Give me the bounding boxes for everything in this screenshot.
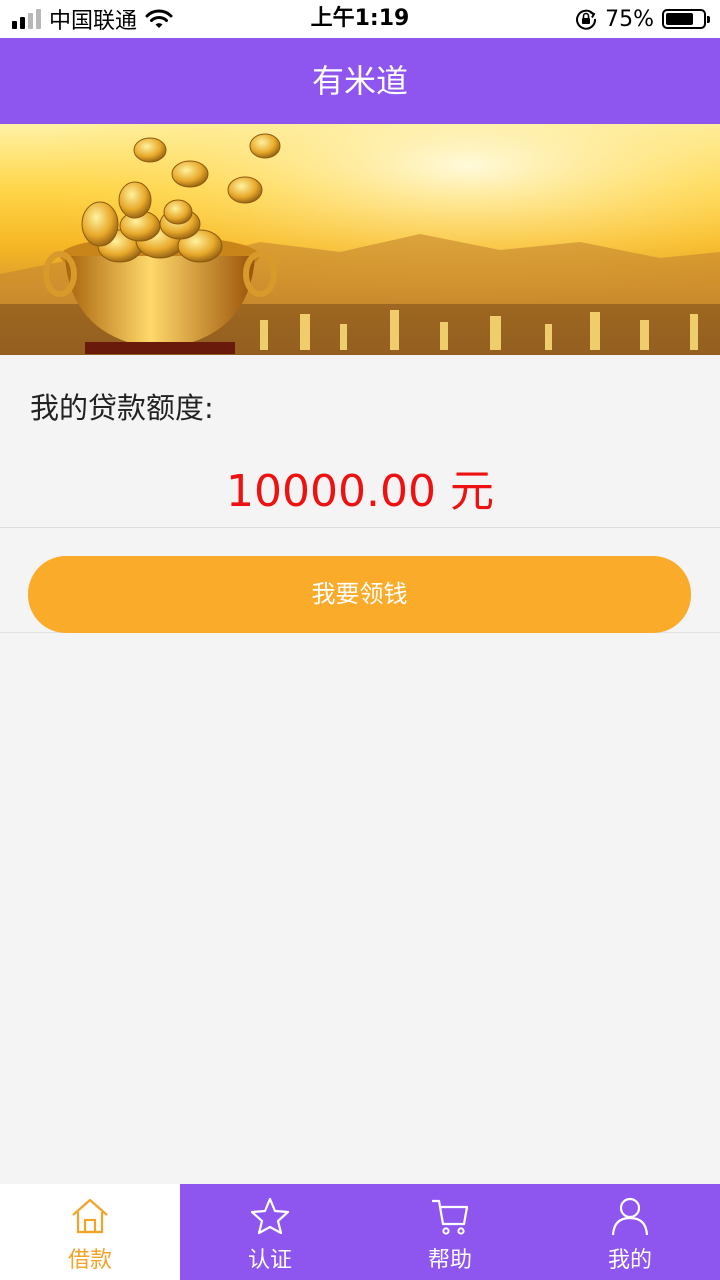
tab-verify[interactable]: 认证 — [180, 1184, 360, 1280]
tab-label: 借款 — [67, 1248, 112, 1273]
status-right: 75% — [575, 0, 710, 38]
tab-borrow[interactable]: 借款 — [0, 1184, 180, 1280]
tab-mine[interactable]: 我的 — [540, 1184, 720, 1280]
tab-label: 认证 — [247, 1248, 292, 1273]
rotation-lock-icon — [576, 9, 597, 30]
battery-fill — [666, 13, 693, 25]
home-icon — [72, 1198, 108, 1234]
tab-label: 帮助 — [427, 1248, 472, 1273]
tab-label: 我的 — [607, 1248, 652, 1273]
app-screen: 中国联通 上午1:19 75% 有米道 我的贷款额度: 10000.00 元 我… — [0, 0, 720, 1280]
page-title: 有米道 — [0, 38, 720, 124]
cart-icon — [432, 1199, 469, 1235]
promo-banner — [0, 124, 720, 355]
star-icon — [250, 1197, 290, 1235]
status-bar: 中国联通 上午1:19 75% — [0, 0, 720, 38]
loan-quota-amount: 10000.00 元 — [226, 466, 494, 517]
signal-strength-icon — [12, 9, 41, 29]
loan-quota-section: 我的贷款额度: 10000.00 元 — [0, 355, 720, 528]
status-left: 中国联通 — [12, 0, 173, 38]
tab-help[interactable]: 帮助 — [360, 1184, 540, 1280]
user-icon — [611, 1197, 649, 1236]
get-money-button[interactable]: 我要领钱 — [28, 556, 691, 633]
action-area: 我要领钱 — [0, 528, 720, 633]
bottom-tab-bar: 借款 认证 帮助 我的 — [0, 1184, 720, 1280]
battery-percent: 75% — [605, 6, 654, 32]
loan-quota-label: 我的贷款额度: — [30, 391, 214, 425]
gold-coins-pot-illustration — [0, 124, 720, 355]
carrier-name: 中国联通 — [49, 9, 138, 34]
battery-icon — [662, 9, 710, 29]
wifi-icon — [145, 9, 173, 28]
